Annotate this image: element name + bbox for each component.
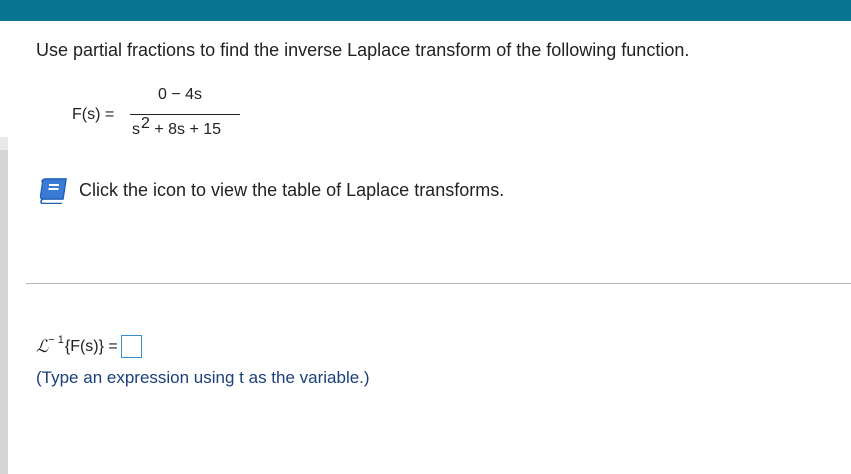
numerator: 0 − 4s: [158, 86, 203, 103]
answer-argument: {F(s)} =: [64, 337, 118, 355]
denominator: s2 + 8s + 15: [132, 115, 222, 139]
laplace-operator: ℒ: [36, 336, 49, 357]
denominator-exponent: 2: [141, 115, 150, 132]
answer-row: ℒ − 1 {F(s)} =: [36, 333, 142, 358]
question-text: Use partial fractions to find the invers…: [36, 40, 690, 60]
left-scroll-track[interactable]: [0, 150, 8, 474]
divider: [26, 283, 851, 284]
function-label: F(s) =: [72, 106, 115, 123]
inverse-superscript: − 1: [48, 333, 64, 346]
left-scroll-track-top: [0, 137, 8, 150]
denominator-base: s: [132, 121, 140, 138]
instruction-text: Click the icon to view the table of Lapl…: [79, 180, 505, 200]
top-bar: [0, 0, 851, 21]
hint-text: (Type an expression using t as the varia…: [36, 368, 370, 387]
denominator-rest: + 8s + 15: [149, 121, 222, 138]
book-icon[interactable]: [38, 178, 70, 205]
answer-input[interactable]: [120, 335, 142, 358]
